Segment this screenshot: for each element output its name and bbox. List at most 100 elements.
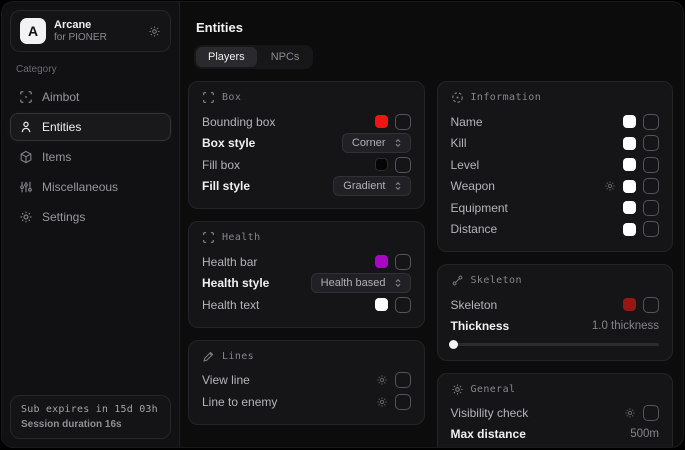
setting-row-distance: Distance bbox=[451, 219, 660, 241]
color-swatch[interactable] bbox=[623, 115, 636, 128]
color-swatch[interactable] bbox=[623, 180, 636, 193]
fill-style-dropdown[interactable]: Gradient bbox=[333, 176, 410, 196]
category-label: Category bbox=[16, 64, 165, 75]
setting-row-box-style: Box style Corner bbox=[202, 133, 411, 155]
panel-title: Information bbox=[471, 92, 542, 103]
checkbox[interactable] bbox=[395, 394, 411, 410]
panel-health: Health Health bar Health style Health ba… bbox=[188, 221, 425, 328]
radar-scan-icon bbox=[451, 91, 464, 104]
panel-information: Information Name Kill bbox=[437, 81, 674, 252]
corner-brackets-icon bbox=[202, 91, 215, 104]
sidebar-item-miscellaneous[interactable]: Miscellaneous bbox=[10, 173, 171, 201]
checkbox[interactable] bbox=[643, 200, 659, 216]
gear-icon[interactable] bbox=[604, 180, 616, 192]
tab-bar: Players NPCs bbox=[194, 45, 313, 69]
thickness-slider[interactable] bbox=[451, 339, 660, 349]
page-title: Entities bbox=[196, 20, 673, 35]
setting-row-visibility-check: Visibility check bbox=[451, 403, 660, 425]
sidebar-item-label: Aimbot bbox=[42, 90, 79, 104]
checkbox[interactable] bbox=[643, 178, 659, 194]
setting-row-health-text: Health text bbox=[202, 294, 411, 316]
sidebar-item-items[interactable]: Items bbox=[10, 143, 171, 171]
sidebar-item-entities[interactable]: Entities bbox=[10, 113, 171, 141]
checkbox[interactable] bbox=[643, 135, 659, 151]
setting-row-fill-box: Fill box bbox=[202, 154, 411, 176]
panel-title: Lines bbox=[222, 351, 254, 362]
setting-row-equipment: Equipment bbox=[451, 197, 660, 219]
subscription-card: Sub expires in 15d 03h Session duration … bbox=[10, 395, 171, 439]
setting-row-health-bar: Health bar bbox=[202, 251, 411, 273]
color-swatch[interactable] bbox=[375, 255, 388, 268]
gear-icon bbox=[19, 210, 33, 224]
brand-title: Arcane bbox=[54, 19, 140, 31]
panel-title: Skeleton bbox=[471, 275, 522, 286]
box-style-dropdown[interactable]: Corner bbox=[342, 133, 411, 153]
gear-icon[interactable] bbox=[624, 407, 636, 419]
pencil-icon bbox=[202, 350, 215, 363]
max-distance-value: 500m bbox=[630, 428, 659, 440]
setting-row-skeleton: Skeleton bbox=[451, 294, 660, 316]
setting-row-name: Name bbox=[451, 111, 660, 133]
chevron-up-down-icon bbox=[393, 181, 403, 191]
health-style-dropdown[interactable]: Health based bbox=[311, 273, 411, 293]
gear-icon[interactable] bbox=[376, 396, 388, 408]
chevron-up-down-icon bbox=[393, 278, 403, 288]
chevron-up-down-icon bbox=[393, 138, 403, 148]
arcane-window: A Arcane for PIONER Category Aimbot bbox=[1, 1, 684, 448]
panel-title: Box bbox=[222, 92, 241, 103]
sidebar-item-aimbot[interactable]: Aimbot bbox=[10, 83, 171, 111]
setting-row-view-line: View line bbox=[202, 370, 411, 392]
thickness-value: 1.0 thickness bbox=[592, 320, 659, 332]
tab-npcs[interactable]: NPCs bbox=[259, 47, 312, 67]
color-swatch[interactable] bbox=[375, 158, 388, 171]
tab-players[interactable]: Players bbox=[196, 47, 257, 67]
checkbox[interactable] bbox=[643, 114, 659, 130]
panel-general: General Visibility check Max distance 50… bbox=[437, 373, 674, 448]
setting-row-bounding-box: Bounding box bbox=[202, 111, 411, 133]
sidebar-item-settings[interactable]: Settings bbox=[10, 203, 171, 231]
checkbox[interactable] bbox=[643, 405, 659, 421]
corner-brackets-icon bbox=[202, 231, 215, 244]
color-swatch[interactable] bbox=[623, 298, 636, 311]
setting-row-weapon: Weapon bbox=[451, 176, 660, 198]
color-swatch[interactable] bbox=[623, 201, 636, 214]
brand-subtitle: for PIONER bbox=[54, 32, 140, 43]
panel-title: Health bbox=[222, 232, 261, 243]
gear-icon[interactable] bbox=[148, 25, 161, 38]
color-swatch[interactable] bbox=[623, 158, 636, 171]
main-content: Entities Players NPCs Box Bounding box bbox=[180, 2, 683, 447]
gear-icon[interactable] bbox=[376, 374, 388, 386]
checkbox[interactable] bbox=[395, 372, 411, 388]
color-swatch[interactable] bbox=[623, 223, 636, 236]
setting-row-health-style: Health style Health based bbox=[202, 273, 411, 295]
slider-thumb[interactable] bbox=[449, 340, 458, 349]
color-swatch[interactable] bbox=[623, 137, 636, 150]
setting-row-kill: Kill bbox=[451, 133, 660, 155]
brand-card: A Arcane for PIONER bbox=[10, 10, 171, 52]
person-icon bbox=[19, 120, 33, 134]
checkbox[interactable] bbox=[643, 221, 659, 237]
setting-row-line-to-enemy: Line to enemy bbox=[202, 391, 411, 413]
brand-initial: A bbox=[28, 23, 38, 39]
checkbox[interactable] bbox=[395, 157, 411, 173]
gear-icon bbox=[451, 383, 464, 396]
setting-row-level: Level bbox=[451, 154, 660, 176]
checkbox[interactable] bbox=[643, 157, 659, 173]
setting-row-max-distance: Max distance 500m bbox=[451, 424, 660, 444]
checkbox[interactable] bbox=[395, 297, 411, 313]
crosshair-scan-icon bbox=[19, 90, 33, 104]
session-duration-text: Session duration 16s bbox=[21, 419, 160, 430]
checkbox[interactable] bbox=[643, 297, 659, 313]
panel-skeleton: Skeleton Skeleton Thickness 1.0 thicknes… bbox=[437, 264, 674, 361]
sidebar-item-label: Entities bbox=[42, 120, 81, 134]
panel-lines: Lines View line Line to enemy bbox=[188, 340, 425, 425]
setting-row-fill-style: Fill style Gradient bbox=[202, 176, 411, 198]
sidebar-nav: Aimbot Entities Items Miscellaneous bbox=[2, 83, 179, 231]
color-swatch[interactable] bbox=[375, 115, 388, 128]
checkbox[interactable] bbox=[395, 114, 411, 130]
sidebar-item-label: Items bbox=[42, 150, 71, 164]
setting-row-thickness: Thickness 1.0 thickness bbox=[451, 316, 660, 336]
checkbox[interactable] bbox=[395, 254, 411, 270]
color-swatch[interactable] bbox=[375, 298, 388, 311]
sliders-icon bbox=[19, 180, 33, 194]
